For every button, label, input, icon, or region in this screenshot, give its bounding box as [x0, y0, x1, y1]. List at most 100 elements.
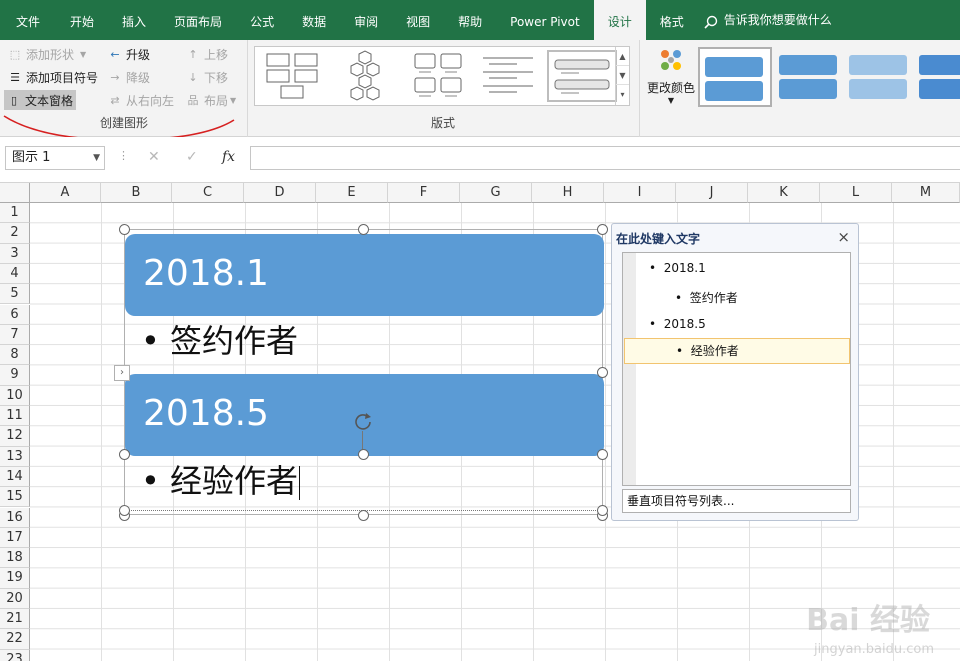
select-all-corner[interactable] [0, 183, 30, 203]
row-header[interactable]: 1 [0, 203, 30, 224]
promote-button[interactable]: ← 升级 [108, 44, 150, 64]
tell-me-box[interactable]: 告诉我你想要做什么 [704, 0, 832, 40]
style-option-2[interactable] [774, 47, 848, 107]
text-pane-item[interactable]: • 2018.5 [649, 317, 706, 331]
text-pane-item[interactable]: • 签约作者 [675, 289, 738, 306]
column-header[interactable]: C [172, 183, 244, 203]
layout-option-4[interactable] [477, 50, 539, 102]
style-option-1[interactable] [698, 47, 772, 107]
row-header[interactable]: 17 [0, 527, 30, 549]
tab-review[interactable]: 审阅 [340, 0, 392, 40]
row-header[interactable]: 9 [0, 365, 30, 386]
column-header[interactable]: G [460, 183, 532, 203]
row-header[interactable]: 10 [0, 385, 30, 406]
row-header[interactable]: 14 [0, 466, 30, 488]
resize-handle[interactable] [597, 224, 608, 235]
insert-function-icon[interactable]: fx [222, 149, 235, 165]
column-header[interactable]: I [604, 183, 676, 203]
tab-page-layout[interactable]: 页面布局 [160, 0, 236, 40]
tab-design[interactable]: 设计 [593, 0, 646, 40]
gallery-scroll[interactable]: ▲ ▼ ▾ [615, 47, 629, 105]
gallery-down-icon[interactable]: ▼ [616, 66, 629, 85]
add-shape-button[interactable]: ⬚ 添加形状 ▼ [8, 44, 86, 64]
row-header[interactable]: 20 [0, 588, 30, 609]
text-pane-toggle[interactable]: › [114, 365, 130, 381]
text-pane-editor[interactable]: • 2018.1 • 签约作者 • 2018.5 • 经验作者 [622, 252, 851, 486]
column-header[interactable]: J [676, 183, 748, 203]
tab-file[interactable]: 文件 [0, 0, 56, 40]
chevron-down-icon[interactable]: ▼ [93, 147, 100, 169]
row-header[interactable]: 11 [0, 406, 30, 427]
layout-option-1[interactable] [261, 50, 323, 102]
demote-button[interactable]: → 降级 [108, 67, 150, 87]
tab-power-pivot[interactable]: Power Pivot [496, 0, 594, 40]
tab-view[interactable]: 视图 [392, 0, 444, 40]
right-to-left-button[interactable]: ⇄ 从右向左 [108, 90, 174, 110]
move-down-button[interactable]: ↓ 下移 [186, 67, 228, 87]
cancel-icon[interactable]: ✕ [148, 149, 160, 165]
smartart-graphic[interactable]: 2018.1 • 签约作者 2018.5 • 经验作者 [124, 229, 604, 515]
change-colors-button[interactable]: 更改颜色 ▼ [644, 46, 698, 110]
gallery-up-icon[interactable]: ▲ [616, 47, 629, 66]
row-header[interactable]: 19 [0, 568, 30, 589]
row-header[interactable]: 16 [0, 507, 30, 528]
layout-option-vertical-bullet-list[interactable] [547, 50, 617, 102]
smartart-bullet-1[interactable]: • 签约作者 [141, 316, 298, 362]
row-header[interactable]: 8 [0, 345, 30, 366]
column-header[interactable]: F [388, 183, 460, 203]
tab-home[interactable]: 开始 [56, 0, 108, 40]
resize-handle[interactable] [597, 367, 608, 378]
more-options-icon[interactable]: ⋮ [118, 149, 129, 162]
resize-handle[interactable] [358, 449, 369, 460]
column-header[interactable]: L [820, 183, 892, 203]
resize-handle[interactable] [597, 449, 608, 460]
layout-option-3[interactable] [407, 50, 469, 102]
column-header[interactable]: K [748, 183, 820, 203]
add-bullet-button[interactable]: ☰ 添加项目符号 [8, 67, 98, 87]
row-header[interactable]: 22 [0, 629, 30, 650]
resize-handle[interactable] [119, 449, 130, 460]
text-pane-item[interactable]: • 2018.1 [649, 261, 706, 275]
column-header[interactable]: A [30, 183, 101, 203]
row-header[interactable]: 5 [0, 284, 30, 305]
row-header[interactable]: 6 [0, 304, 30, 325]
row-header[interactable]: 21 [0, 609, 30, 630]
row-header[interactable]: 4 [0, 263, 30, 285]
text-pane-item-active[interactable]: • 经验作者 [624, 338, 850, 364]
column-header[interactable]: E [316, 183, 388, 203]
tab-insert[interactable]: 插入 [108, 0, 160, 40]
text-pane-button[interactable]: ▯ 文本窗格 [4, 90, 77, 110]
row-header[interactable]: 15 [0, 487, 30, 508]
smartart-shape-1[interactable]: 2018.1 [125, 234, 604, 316]
row-header[interactable]: 13 [0, 446, 30, 467]
layout-button[interactable]: 品布局 ▼ [186, 90, 237, 110]
tab-formulas[interactable]: 公式 [236, 0, 288, 40]
smartart-bullet-2[interactable]: • 经验作者 [141, 456, 301, 502]
style-option-4[interactable] [914, 47, 960, 107]
tab-help[interactable]: 帮助 [444, 0, 496, 40]
column-header[interactable]: H [532, 183, 604, 203]
resize-handle[interactable] [119, 505, 130, 516]
column-header[interactable]: D [244, 183, 316, 203]
row-header[interactable]: 12 [0, 426, 30, 447]
rotate-handle-icon[interactable] [353, 411, 373, 431]
row-header[interactable]: 23 [0, 649, 30, 661]
resize-handle[interactable] [119, 224, 130, 235]
gallery-more-icon[interactable]: ▾ [616, 85, 629, 104]
resize-handle[interactable] [358, 510, 369, 521]
row-header[interactable]: 2 [0, 223, 30, 244]
row-header[interactable]: 7 [0, 324, 30, 346]
tab-data[interactable]: 数据 [288, 0, 340, 40]
close-icon[interactable]: × [837, 228, 850, 246]
layout-option-2[interactable] [335, 50, 397, 102]
row-header[interactable]: 18 [0, 548, 30, 569]
style-option-3[interactable] [844, 47, 918, 107]
resize-handle[interactable] [358, 224, 369, 235]
resize-handle[interactable] [597, 505, 608, 516]
layout-description-link[interactable]: 垂直项目符号列表... [622, 489, 851, 513]
tab-format[interactable]: 格式 [646, 0, 698, 40]
move-up-button[interactable]: ↑ 上移 [186, 44, 228, 64]
row-header[interactable]: 3 [0, 243, 30, 264]
column-header[interactable]: M [892, 183, 960, 203]
name-box[interactable]: 图示 1 ▼ [5, 146, 105, 170]
